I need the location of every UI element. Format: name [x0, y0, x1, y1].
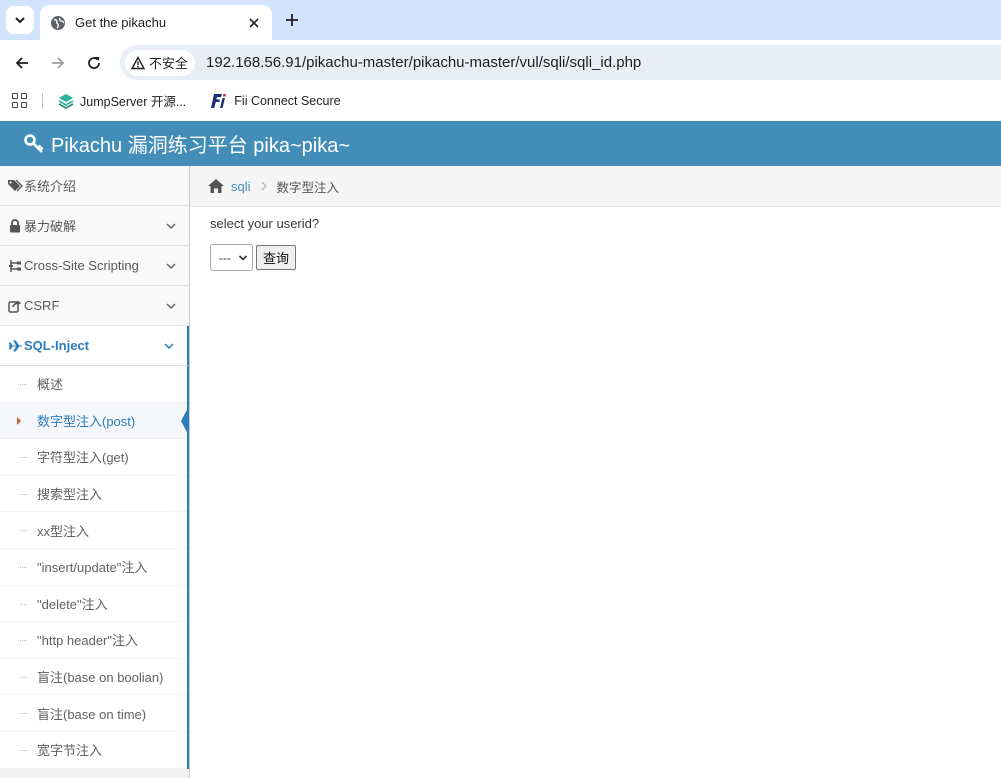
bookmarks-separator: [42, 92, 43, 109]
submenu-item-label: "insert/update"注入: [37, 560, 148, 576]
close-icon: [249, 17, 259, 28]
arrow-left-icon: [15, 57, 28, 69]
tags-icon: [7, 179, 23, 193]
sidebar-item-xss[interactable]: Cross-Site Scripting: [0, 246, 189, 286]
submenu-item-wide-byte[interactable]: 宽字节注入: [0, 732, 187, 769]
sidebar: 系统介绍 暴力破解 Cross-Site Scripting CSRF SQL-…: [0, 166, 190, 778]
submenu-item-search[interactable]: 搜索型注入: [0, 476, 187, 513]
query-submit-button[interactable]: 查询: [256, 245, 297, 270]
breadcrumb-current: 数字型注入: [276, 180, 340, 195]
submenu-item-insert-update[interactable]: "insert/update"注入: [0, 549, 187, 586]
security-label: 不安全: [149, 56, 189, 71]
submenu-item-label: 搜索型注入: [37, 487, 103, 503]
userid-prompt: select your userid?: [210, 216, 320, 231]
chevron-down-icon: [166, 263, 176, 270]
address-bar[interactable]: 不安全 192.168.56.91/pikachu-master/pikachu…: [120, 45, 1001, 80]
submenu-item-overview[interactable]: 概述: [0, 366, 187, 403]
lock-icon: [7, 218, 23, 233]
sidebar-item-label: Cross-Site Scripting: [24, 258, 139, 273]
browser-tabstrip: Get the pikachu: [0, 0, 1001, 40]
bookmark-fii-connect[interactable]: Fii Connect Secure: [210, 93, 341, 109]
key-icon: [24, 133, 44, 153]
userid-select-value: ---: [219, 250, 231, 265]
bookmarks-bar: JumpServer 开源... Fii Connect Secure: [0, 85, 1001, 116]
url-text: 192.168.56.91/pikachu-master/pikachu-mas…: [206, 54, 642, 71]
submenu-item-http-header[interactable]: "http header"注入: [0, 622, 187, 659]
submenu-item-label: 盲注(base on time): [37, 706, 147, 722]
chevron-right-icon: [261, 181, 267, 191]
tab-close-button[interactable]: [246, 15, 262, 31]
breadcrumb-link-sqli[interactable]: sqli: [231, 179, 251, 194]
bookmark-label: JumpServer 开源...: [80, 95, 187, 109]
sitemap-icon: [7, 259, 23, 273]
sidebar-item-label: CSRF: [24, 298, 60, 313]
reload-button[interactable]: [80, 49, 108, 77]
share-icon: [7, 299, 23, 313]
sidebar-item-sql-inject[interactable]: SQL-Inject: [0, 326, 189, 366]
submenu-item-label: 盲注(base on boolian): [37, 670, 164, 686]
globe-icon: [51, 15, 65, 30]
site-brand[interactable]: Pikachu 漏洞练习平台 pika~pika~: [24, 129, 350, 158]
new-tab-button[interactable]: [280, 8, 304, 32]
arrow-right-icon: [52, 57, 65, 69]
submenu-item-label: xx型注入: [37, 523, 90, 539]
bookmark-jumpserver[interactable]: JumpServer 开源...: [58, 91, 186, 110]
sidebar-item-label: 暴力破解: [24, 219, 77, 234]
sidebar-item-intro[interactable]: 系统介绍: [0, 166, 189, 206]
submenu-item-label: "delete"注入: [37, 596, 108, 612]
sidebar-item-csrf[interactable]: CSRF: [0, 286, 189, 326]
submenu-item-label: 宽字节注入: [37, 743, 103, 759]
submenu-item-blind-time[interactable]: 盲注(base on time): [0, 695, 187, 732]
site-header: Pikachu 漏洞练习平台 pika~pika~: [0, 121, 1001, 166]
reload-icon: [88, 57, 100, 69]
warning-icon: [131, 55, 145, 69]
apps-grid-icon[interactable]: [12, 92, 28, 109]
submenu-item-label: 字符型注入(get): [37, 450, 129, 466]
submenu-item-delete[interactable]: "delete"注入: [0, 586, 187, 623]
security-chip[interactable]: 不安全: [125, 49, 196, 76]
main-content: select your userid? --- 查询: [210, 216, 319, 271]
tab-title: Get the pikachu: [75, 15, 167, 30]
submenu-item-xx[interactable]: xx型注入: [0, 512, 187, 549]
submenu-item-label: 数字型注入(post): [37, 413, 136, 429]
browser-tab[interactable]: Get the pikachu: [40, 5, 272, 40]
userid-select[interactable]: ---: [210, 244, 253, 271]
home-icon[interactable]: [207, 178, 225, 194]
submenu-item-string-get[interactable]: 字符型注入(get): [0, 439, 187, 476]
submenu-item-numeric-post[interactable]: 数字型注入(post): [0, 402, 189, 440]
back-button[interactable]: [8, 49, 36, 77]
sql-inject-submenu: 概述 数字型注入(post) 字符型注入(get) 搜索型注入 xx型注入 "i…: [0, 366, 189, 769]
submenu-item-blind-boolean[interactable]: 盲注(base on boolian): [0, 659, 187, 696]
chevron-down-icon: [164, 343, 174, 350]
chevron-down-icon: [15, 17, 25, 24]
sidebar-item-label: 系统介绍: [24, 179, 77, 194]
submenu-item-label: "http header"注入: [37, 633, 139, 649]
bookmark-label: Fii Connect Secure: [234, 93, 341, 108]
sidebar-item-label: SQL-Inject: [24, 338, 90, 353]
jumpserver-icon: [58, 93, 74, 109]
forward-button[interactable]: [44, 49, 72, 77]
site-title: Pikachu 漏洞练习平台 pika~pika~: [51, 135, 351, 157]
chevron-down-icon: [166, 303, 176, 310]
plane-icon: [7, 340, 23, 352]
query-form: --- 查询: [210, 244, 319, 271]
chevron-down-icon: [166, 223, 176, 230]
tab-search-button[interactable]: [6, 6, 34, 34]
chevron-down-icon: [238, 255, 248, 261]
breadcrumb: sqli 数字型注入: [190, 166, 1001, 207]
browser-toolbar: 不安全 192.168.56.91/pikachu-master/pikachu…: [0, 40, 1001, 85]
submenu-item-label: 概述: [37, 377, 64, 393]
sidebar-item-brute-force[interactable]: 暴力破解: [0, 206, 189, 246]
fii-icon: [211, 93, 227, 108]
plus-icon: [286, 14, 298, 26]
